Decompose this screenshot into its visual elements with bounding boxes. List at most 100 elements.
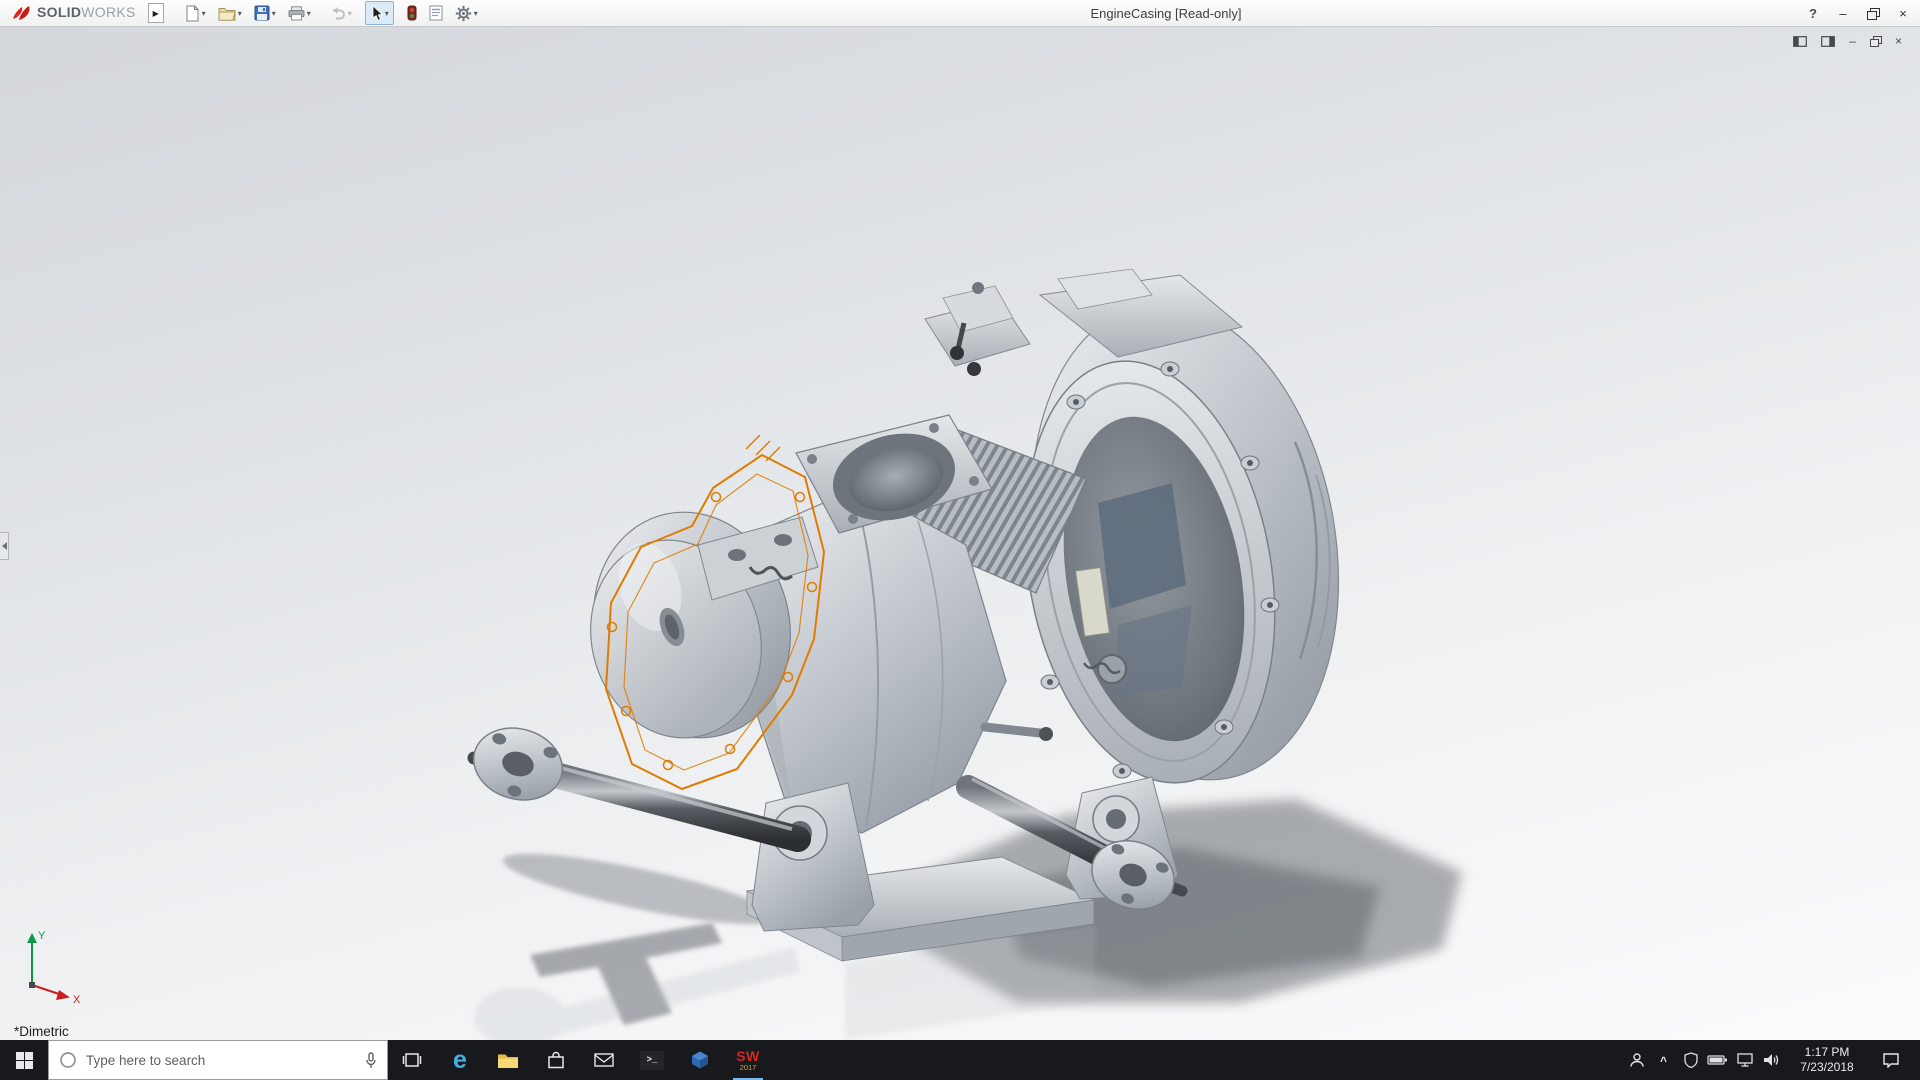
triad-x-axis [32, 985, 62, 995]
options-gear-icon [455, 5, 472, 22]
select-button[interactable]: ▾ [365, 1, 394, 25]
rebuild-button[interactable] [402, 1, 422, 25]
floor-reflection [474, 925, 1095, 1040]
rebuild-icon [407, 5, 417, 21]
doc-close-button[interactable]: × [1895, 35, 1902, 47]
task-view-button[interactable] [388, 1040, 436, 1080]
view-orientation-label: *Dimetric [14, 1024, 69, 1039]
search-placeholder: Type here to search [86, 1053, 356, 1068]
defender-button[interactable] [1677, 1040, 1704, 1080]
pane-left-icon [1793, 36, 1807, 47]
windows-logo-icon [16, 1052, 33, 1069]
shield-icon [1684, 1052, 1698, 1068]
speaker-icon [1763, 1053, 1780, 1067]
doc-pane-right-button[interactable] [1821, 36, 1835, 47]
open-folder-icon [218, 6, 236, 21]
file-explorer-icon [497, 1052, 519, 1069]
menu-expand-button[interactable]: ▶ [148, 3, 164, 23]
window-controls: ? – × [1798, 0, 1918, 26]
start-button[interactable] [0, 1040, 48, 1080]
file-properties-icon [429, 5, 443, 21]
microphone-icon[interactable] [365, 1052, 377, 1069]
undo-button[interactable]: ▾ [324, 1, 357, 25]
solidworks-logo: SOLIDWORKS [0, 4, 148, 22]
restore-button[interactable] [1858, 0, 1888, 26]
select-cursor-icon [370, 5, 383, 22]
new-document-dropdown[interactable]: ▾ [202, 9, 206, 18]
file-properties-button[interactable] [424, 1, 448, 25]
solidworks-app-icon: SW 2017 [736, 1049, 760, 1072]
network-button[interactable] [1731, 1040, 1758, 1080]
people-icon [1628, 1052, 1646, 1068]
save-button[interactable]: ▾ [249, 1, 281, 25]
solidworks-logo-icon [10, 4, 34, 22]
undo-dropdown[interactable]: ▾ [348, 9, 352, 18]
save-icon [254, 5, 270, 21]
clock-time: 1:17 PM [1787, 1045, 1867, 1060]
close-button[interactable]: × [1888, 0, 1918, 26]
cad-cube-icon [690, 1050, 710, 1070]
select-dropdown[interactable]: ▾ [385, 9, 389, 18]
minimize-button[interactable]: – [1828, 0, 1858, 26]
taskbar-search-box[interactable]: Type here to search [48, 1040, 388, 1080]
new-document-icon [185, 5, 200, 22]
mail-envelope-icon [594, 1053, 614, 1067]
triad-y-arrow [27, 933, 37, 943]
quick-access-toolbar: ▾ ▾ ▾ ▾ ▾ ▾ [180, 1, 483, 25]
system-tray: ^ 1:17 PM 7/23/2018 [1623, 1040, 1920, 1080]
hidden-icons-button[interactable]: ^ [1650, 1040, 1677, 1080]
print-dropdown[interactable]: ▾ [307, 9, 311, 18]
action-center-button[interactable] [1869, 1052, 1913, 1068]
open-button[interactable]: ▾ [213, 1, 247, 25]
new-document-button[interactable]: ▾ [180, 1, 211, 25]
taskbar-app-solidworks[interactable]: SW 2017 [724, 1040, 772, 1080]
taskbar-apps: e >_ SW 2017 [388, 1040, 772, 1080]
model-3d-view[interactable] [0, 27, 1920, 1040]
taskbar-app-file-explorer[interactable] [484, 1040, 532, 1080]
options-dropdown[interactable]: ▾ [474, 9, 478, 18]
windows-taskbar: Type here to search e >_ [0, 1040, 1920, 1080]
command-prompt-icon: >_ [640, 1051, 664, 1070]
document-window-controls: – × [1793, 35, 1902, 47]
triad-x-arrow [56, 990, 70, 1000]
taskbar-app-cad-viewer[interactable] [676, 1040, 724, 1080]
taskbar-app-command-prompt[interactable]: >_ [628, 1040, 676, 1080]
taskbar-clock[interactable]: 1:17 PM 7/23/2018 [1785, 1045, 1869, 1075]
battery-button[interactable] [1704, 1040, 1731, 1080]
action-center-icon [1882, 1052, 1900, 1068]
volume-button[interactable] [1758, 1040, 1785, 1080]
taskbar-app-store[interactable] [532, 1040, 580, 1080]
people-button[interactable] [1623, 1040, 1650, 1080]
print-icon [288, 6, 305, 21]
logo-text: SOLIDWORKS [37, 4, 136, 22]
document-title: EngineCasing [Read-only] [1090, 6, 1241, 21]
edge-icon: e [453, 1048, 467, 1072]
print-button[interactable]: ▾ [283, 1, 316, 25]
triad-x-label: X [73, 994, 81, 1005]
chevron-up-icon: ^ [1660, 1054, 1667, 1068]
triad-y-label: Y [38, 930, 46, 942]
restore-icon [1867, 8, 1879, 19]
cortana-icon [59, 1051, 77, 1069]
taskbar-app-edge[interactable]: e [436, 1040, 484, 1080]
network-icon [1737, 1053, 1753, 1067]
orientation-triad[interactable]: Y X [14, 923, 90, 1010]
doc-restore-button[interactable] [1870, 36, 1881, 46]
taskbar-app-mail[interactable] [580, 1040, 628, 1080]
doc-pane-left-button[interactable] [1793, 36, 1807, 47]
solidworks-window: SOLIDWORKS ▶ ▾ ▾ ▾ ▾ ▾ [0, 0, 1920, 1080]
clock-date: 7/23/2018 [1787, 1060, 1867, 1075]
graphics-viewport[interactable]: – × [0, 27, 1920, 1040]
task-view-icon [402, 1052, 422, 1068]
battery-icon [1707, 1054, 1728, 1066]
pane-right-icon [1821, 36, 1835, 47]
options-button[interactable]: ▾ [450, 1, 483, 25]
save-dropdown[interactable]: ▾ [272, 9, 276, 18]
triad-origin [29, 982, 35, 988]
open-dropdown[interactable]: ▾ [238, 9, 242, 18]
help-button[interactable]: ? [1798, 0, 1828, 26]
store-bag-icon [547, 1051, 565, 1069]
undo-icon [329, 6, 346, 20]
doc-minimize-button[interactable]: – [1849, 35, 1856, 47]
titlebar: SOLIDWORKS ▶ ▾ ▾ ▾ ▾ ▾ [0, 0, 1920, 27]
